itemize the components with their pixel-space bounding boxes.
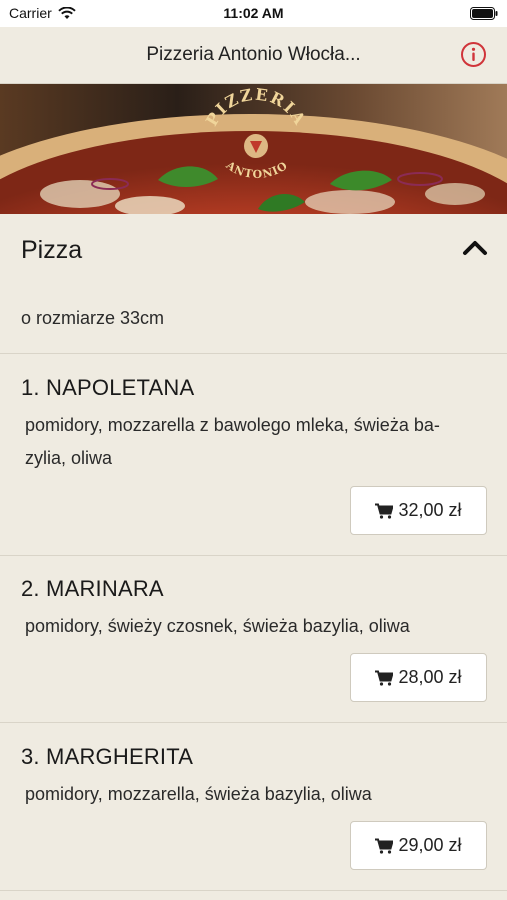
item-name: 3. MARGHERITA [21, 744, 194, 769]
item-name: 1. NAPOLETANA [21, 375, 195, 400]
divider [0, 353, 507, 354]
chevron-up-icon[interactable] [462, 238, 488, 256]
status-time: 11:02 AM [223, 5, 284, 21]
divider [0, 555, 507, 556]
section-title: Pizza [21, 236, 83, 264]
add-to-cart-button[interactable]: 32,00 zł [350, 486, 487, 535]
section-subtitle: o rozmiarze 33cm [21, 308, 165, 328]
divider [0, 722, 507, 723]
section-header-pizza[interactable]: Pizza [0, 214, 507, 284]
price-label: 28,00 zł [398, 667, 462, 687]
cart-icon [375, 670, 394, 686]
divider [0, 890, 507, 891]
price-label: 29,00 zł [398, 835, 462, 855]
nav-title: Pizzeria Antonio Włocła... [146, 44, 361, 65]
add-to-cart-button[interactable]: 29,00 zł [350, 821, 487, 870]
item-description: pomidory, mozzarella, świeża bazylia, ol… [25, 784, 372, 804]
battery-icon [470, 7, 498, 20]
nav-bar: Pizzeria Antonio Włocła... [0, 27, 507, 84]
add-to-cart-button[interactable]: 28,00 zł [350, 653, 487, 702]
pizza-photo: PIZZERIA ANTONIO [0, 84, 507, 214]
item-name: 2. MARINARA [21, 576, 164, 601]
item-description: pomidory, mozzarella z bawolego mleka, ś… [25, 415, 440, 468]
price-label: 32,00 zł [398, 500, 462, 520]
cart-icon [375, 838, 394, 854]
item-description: pomidory, świeży czosnek, świeża bazylia… [25, 616, 410, 636]
hero-image: PIZZERIA ANTONIO [0, 84, 507, 214]
status-bar: Carrier 11:02 AM [0, 0, 507, 27]
cart-icon [375, 503, 394, 519]
info-icon[interactable] [460, 41, 487, 68]
